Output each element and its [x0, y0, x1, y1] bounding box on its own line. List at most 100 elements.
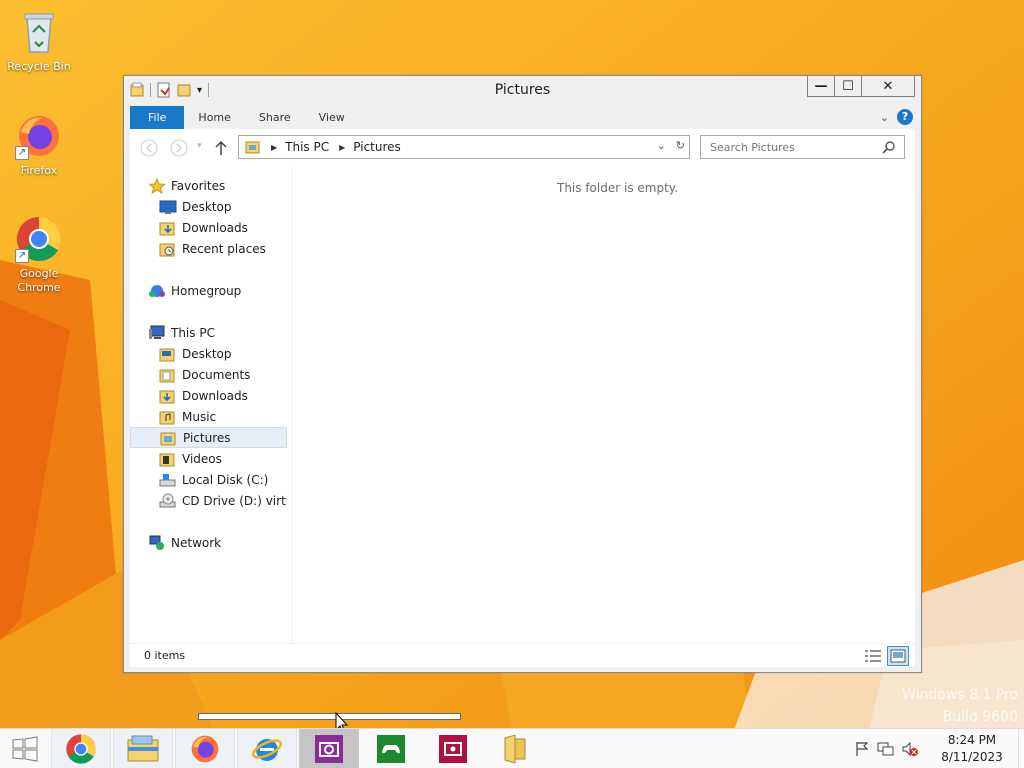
drag-bar[interactable] [198, 713, 461, 720]
window-title: Pictures [494, 82, 551, 98]
nav-label: Downloads [182, 388, 248, 403]
folder-icon [504, 734, 526, 764]
network-status-icon[interactable] [876, 739, 896, 759]
chrome-label: Google Chrome [17, 267, 61, 294]
close-icon: ✕ [882, 78, 894, 94]
nav-label: Downloads [182, 220, 248, 235]
watermark-line1: Windows 8.1 Pro [902, 687, 1018, 703]
minimize-button[interactable]: — [807, 76, 835, 97]
drive-icon [159, 473, 176, 486]
taskbar-clock[interactable]: 8:24 PM 8/11/2023 [932, 732, 1012, 766]
file-explorer-icon [127, 735, 159, 762]
taskbar-internet-explorer[interactable] [237, 729, 297, 768]
shortcut-arrow-icon: ↗ [15, 146, 29, 160]
nav-label: Favorites [171, 178, 226, 193]
refresh-icon[interactable]: ↻ [676, 139, 685, 152]
nav-this-pc-downloads[interactable]: Downloads [130, 385, 287, 406]
tab-file[interactable]: File [130, 106, 185, 129]
nav-label: Recent places [182, 241, 266, 256]
camera-icon [315, 735, 343, 763]
folder-icon [159, 369, 175, 382]
search-input[interactable] [701, 136, 871, 158]
search-box[interactable] [700, 135, 905, 159]
taskbar-firefox[interactable] [175, 729, 235, 768]
address-bar[interactable]: ▶ This PC ▶ Pictures ⌄ ↻ [238, 135, 690, 159]
breadcrumb-this-pc[interactable]: This PC [285, 140, 329, 154]
start-button[interactable] [0, 729, 50, 768]
details-view-button[interactable] [862, 646, 884, 666]
explorer-window: ▾ Pictures — ☐ ✕ File Home Share View ⌄ … [123, 75, 922, 673]
breadcrumb-arrow-icon[interactable]: ▶ [339, 143, 345, 152]
large-icons-view-button[interactable] [887, 646, 909, 666]
title-bar[interactable]: ▾ Pictures — ☐ ✕ [124, 76, 921, 106]
nav-favorites-recent-places[interactable]: Recent places [130, 238, 287, 259]
maximize-button[interactable]: ☐ [834, 76, 862, 97]
nav-this-pc-documents[interactable]: Documents [130, 364, 287, 385]
minimize-icon: — [814, 78, 828, 94]
folder-icon [160, 432, 176, 445]
desktop-icon-recycle-bin[interactable]: Recycle Bin [1, 8, 77, 74]
nav-label: Documents [182, 367, 251, 382]
nav-favorites[interactable]: Favorites [130, 175, 287, 196]
tab-home[interactable]: Home [184, 106, 244, 129]
taskbar-games[interactable] [361, 729, 421, 768]
back-icon[interactable] [140, 139, 158, 157]
search-icon[interactable] [882, 140, 896, 154]
up-arrow-icon[interactable] [214, 139, 228, 157]
nav-this-pc-cd-drive[interactable]: CD Drive (D:) virtio-win [130, 490, 287, 511]
recycle-bin-icon [15, 8, 63, 56]
recycle-bin-label: Recycle Bin [7, 60, 71, 73]
taskbar-camera[interactable] [299, 729, 359, 768]
nav-label: Videos [182, 451, 222, 466]
taskbar-photos[interactable] [423, 729, 483, 768]
help-button[interactable]: ? [897, 109, 913, 125]
system-tray: 8:24 PM 8/11/2023 [852, 729, 1024, 768]
navigation-pane: Favorites Desktop Downloads Recent place… [130, 167, 290, 643]
volume-muted-icon[interactable] [900, 739, 920, 759]
nav-this-pc-music[interactable]: Music [130, 406, 287, 427]
nav-label: Desktop [182, 199, 232, 214]
nav-homegroup[interactable]: Homegroup [130, 280, 287, 301]
nav-this-pc-videos[interactable]: Videos [130, 448, 287, 469]
nav-network[interactable]: Network [130, 532, 287, 553]
taskbar-chrome[interactable] [51, 729, 111, 768]
taskbar-folder[interactable] [485, 729, 545, 768]
nav-this-pc-local-disk[interactable]: Local Disk (C:) [130, 469, 287, 490]
xbox-games-icon [377, 735, 405, 763]
nav-this-pc-pictures[interactable]: Pictures [130, 427, 287, 448]
close-button[interactable]: ✕ [861, 76, 915, 97]
content-area: Favorites Desktop Downloads Recent place… [130, 167, 915, 643]
maximize-icon: ☐ [842, 78, 854, 94]
show-desktop-button[interactable] [1018, 729, 1024, 768]
tab-view[interactable]: View [305, 106, 359, 129]
breadcrumb-arrow-icon[interactable]: ▶ [271, 143, 277, 152]
clock-date: 8/11/2023 [941, 750, 1003, 764]
nav-this-pc-desktop[interactable]: Desktop [130, 343, 287, 364]
address-dropdown-icon[interactable]: ⌄ [657, 139, 666, 152]
breadcrumb-pictures[interactable]: Pictures [353, 140, 401, 154]
details-view-icon [865, 650, 881, 662]
taskbar-file-explorer[interactable] [113, 729, 173, 768]
pane-splitter[interactable] [291, 167, 292, 643]
nav-this-pc[interactable]: This PC [130, 322, 287, 343]
nav-label: CD Drive (D:) virtio-win [182, 493, 287, 508]
desktop-icon-chrome[interactable]: ↗ Google Chrome [1, 215, 77, 295]
status-bar: 0 items [130, 643, 915, 667]
cd-drive-icon [159, 493, 176, 507]
network-icon [149, 535, 164, 550]
nav-favorites-downloads[interactable]: Downloads [130, 217, 287, 238]
desktop-icon [159, 200, 177, 214]
expand-ribbon-icon[interactable]: ⌄ [880, 111, 889, 124]
homegroup-icon [149, 284, 165, 297]
nav-favorites-desktop[interactable]: Desktop [130, 196, 287, 217]
action-center-flag-icon[interactable] [852, 739, 872, 759]
folder-icon [159, 348, 175, 361]
nav-label: Pictures [183, 430, 231, 445]
folder-icon [159, 390, 175, 403]
desktop-icon-firefox[interactable]: ↗ Firefox [1, 112, 77, 178]
chrome-icon: ↗ [15, 215, 63, 263]
recent-locations-icon[interactable]: ▾ [197, 141, 202, 151]
tab-share[interactable]: Share [245, 106, 305, 129]
forward-icon[interactable] [170, 139, 188, 157]
star-icon [148, 177, 166, 194]
